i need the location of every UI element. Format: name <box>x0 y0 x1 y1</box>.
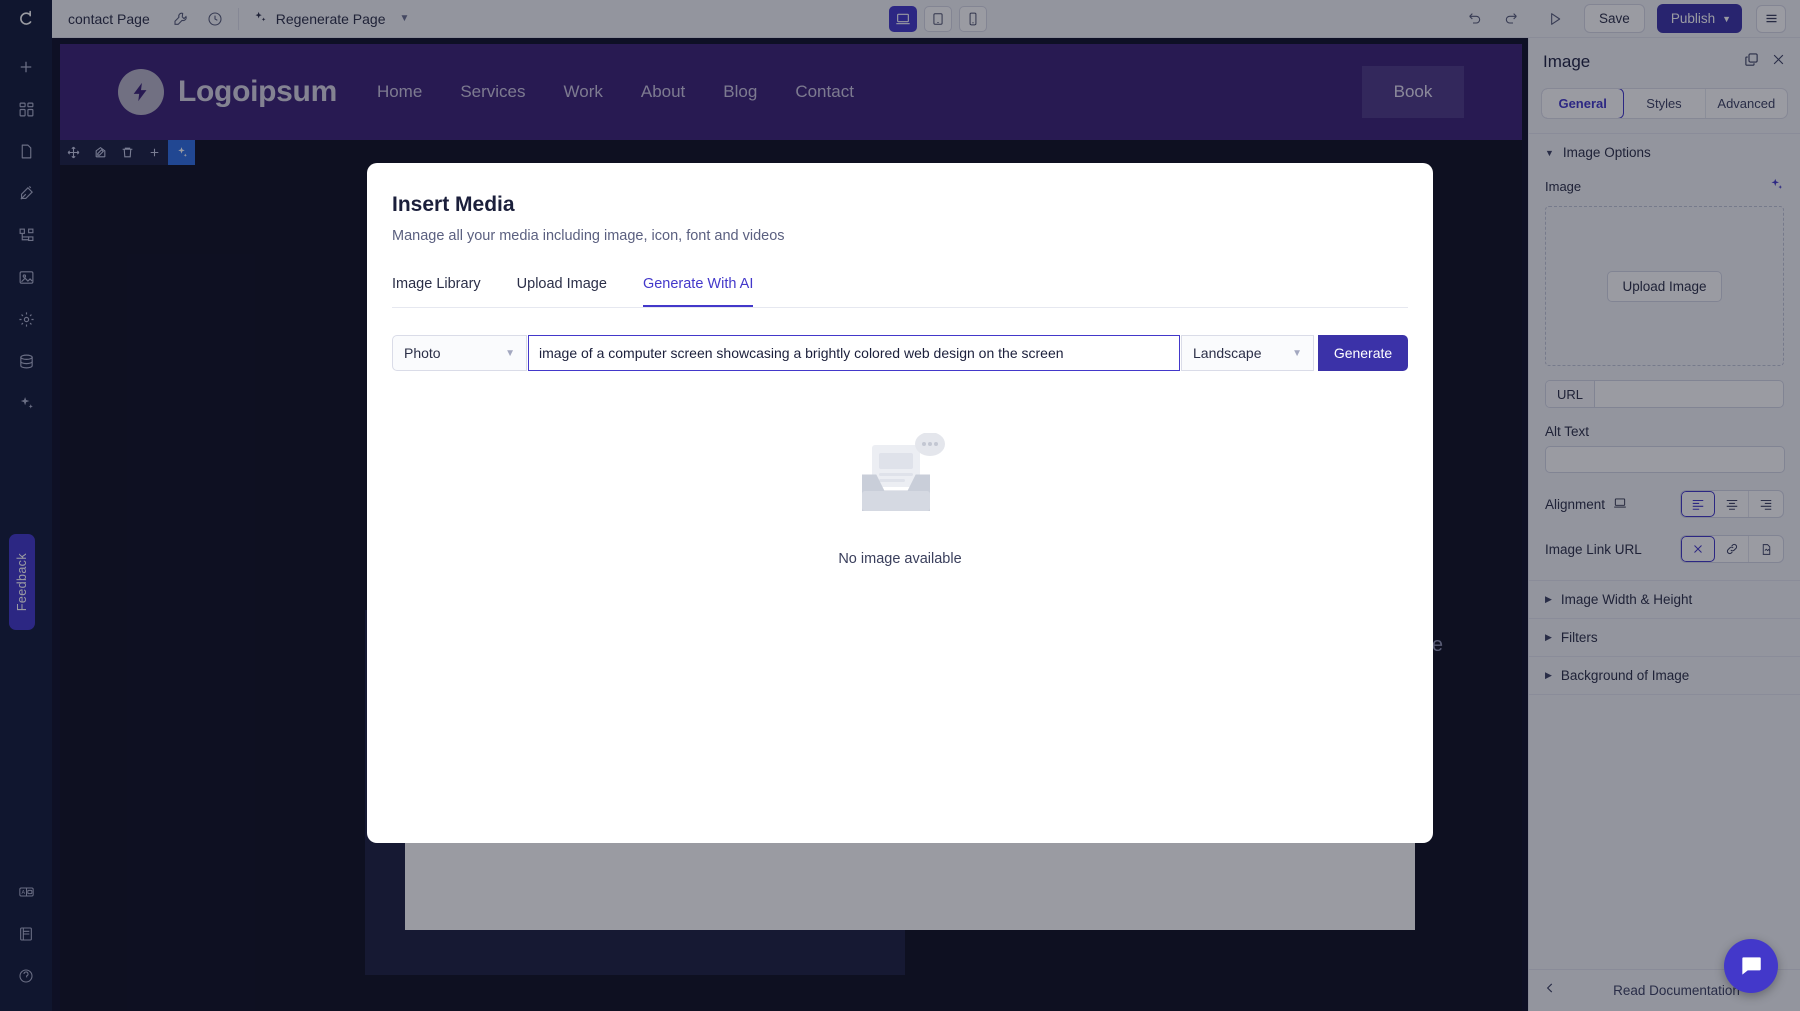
media-type-value: Photo <box>404 345 505 361</box>
modal-tabs: Image Library Upload Image Generate With… <box>392 270 1408 308</box>
no-image-placeholder-icon <box>850 433 950 533</box>
media-type-select[interactable]: Photo ▼ <box>392 335 527 371</box>
tab-generate-with-ai[interactable]: Generate With AI <box>643 270 753 307</box>
modal-title: Insert Media <box>367 163 1433 217</box>
orientation-select[interactable]: Landscape ▼ <box>1181 335 1314 371</box>
prompt-input[interactable] <box>528 335 1180 371</box>
app-root: Logoipsum Home Services Work About Blog … <box>0 0 1800 1011</box>
modal-subtitle: Manage all your media including image, i… <box>367 217 1433 244</box>
insert-media-modal: Insert Media Manage all your media inclu… <box>367 163 1433 843</box>
tab-image-library[interactable]: Image Library <box>392 270 481 307</box>
chevron-down-icon: ▼ <box>505 348 515 359</box>
empty-state: No image available <box>367 433 1433 567</box>
generate-controls-row: Photo ▼ Landscape ▼ Generate <box>392 335 1408 371</box>
orientation-value: Landscape <box>1193 345 1292 361</box>
generate-button[interactable]: Generate <box>1318 335 1408 371</box>
chevron-down-icon: ▼ <box>1292 348 1302 359</box>
empty-state-text: No image available <box>838 551 961 567</box>
chat-bubble-icon[interactable] <box>1724 939 1778 993</box>
tab-upload-image[interactable]: Upload Image <box>517 270 607 307</box>
